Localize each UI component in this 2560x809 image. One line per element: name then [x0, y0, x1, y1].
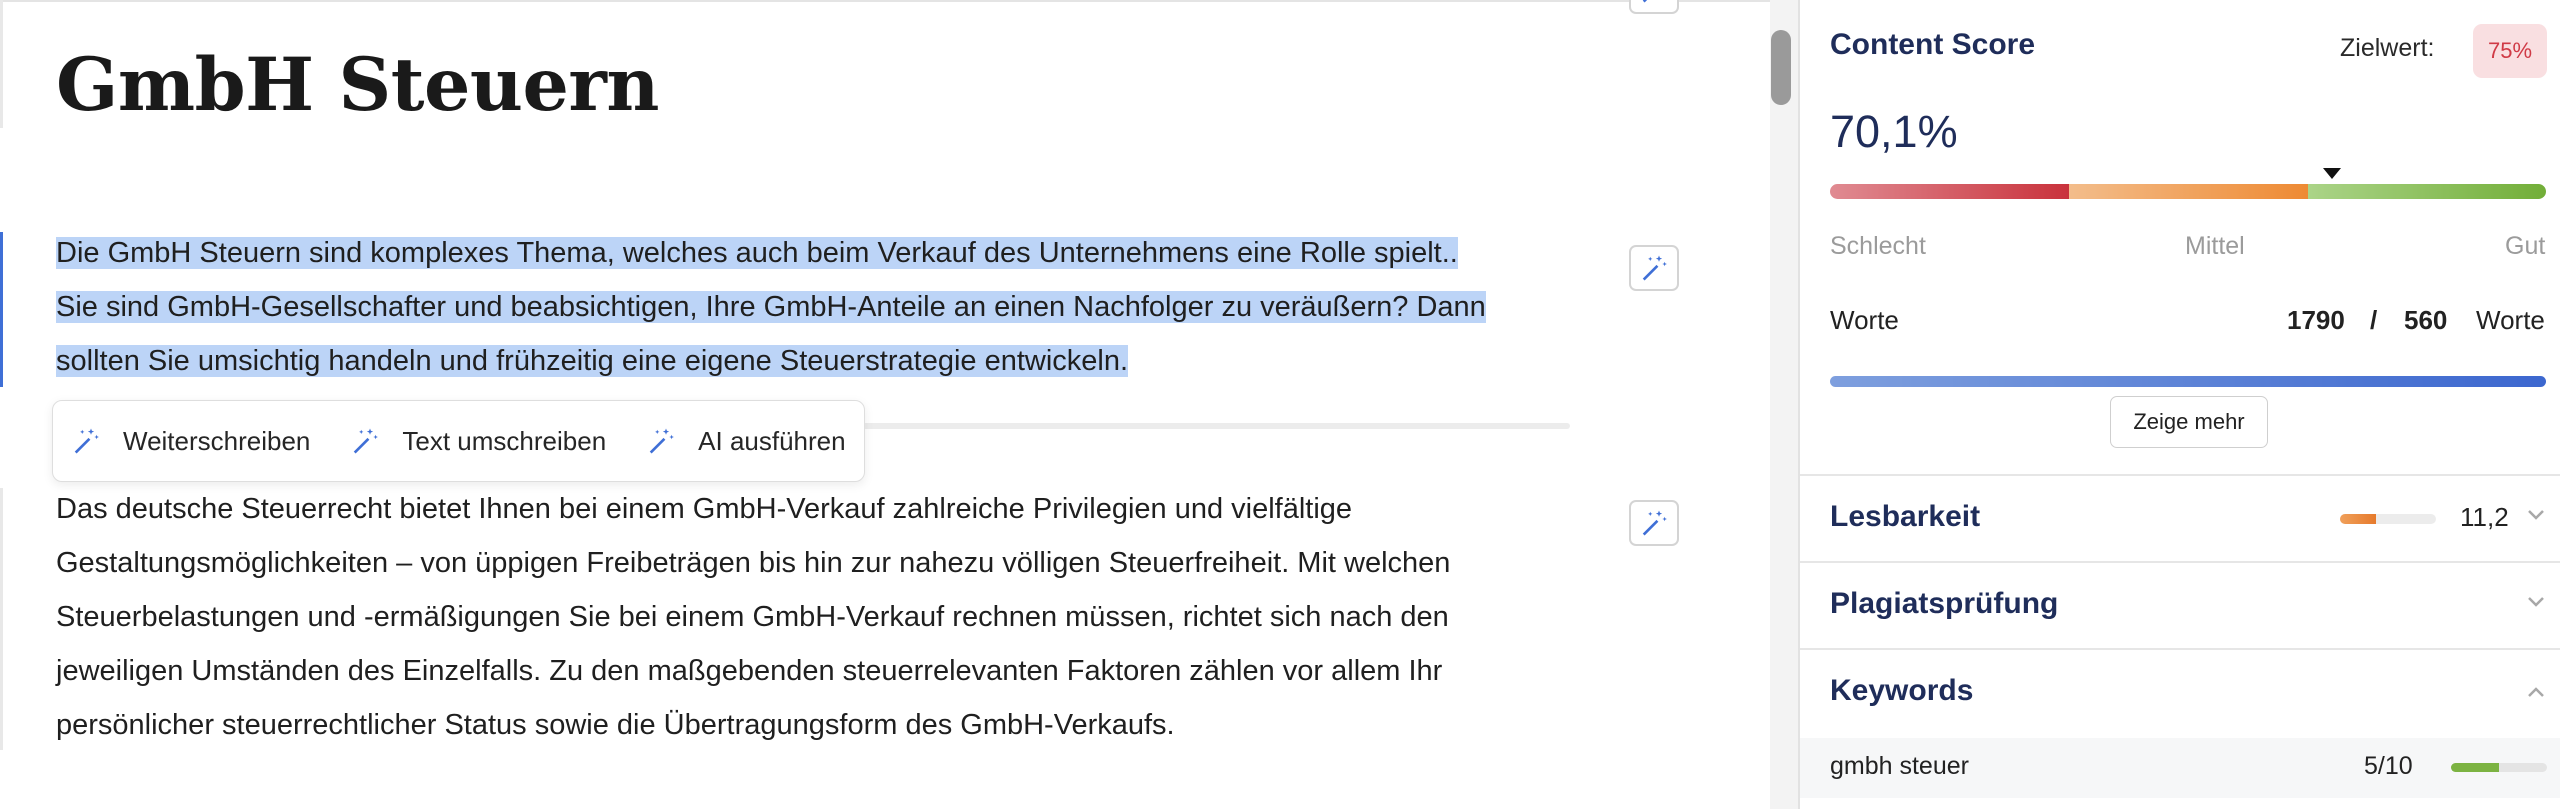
keyword-name: gmbh steuer	[1830, 752, 1969, 780]
scrollbar-thumb[interactable]	[1771, 30, 1791, 105]
chevron-down-icon[interactable]	[2526, 595, 2546, 609]
words-target: 560	[2404, 305, 2448, 335]
paragraph-line[interactable]: persönlicher steuerrechtlicher Status so…	[56, 709, 1175, 741]
block-indicator-selected	[0, 232, 3, 387]
chevron-down-icon[interactable]	[2526, 508, 2546, 522]
readability-value: 11,2	[2460, 502, 2509, 532]
toolbar-label: Weiterschreiben	[123, 425, 311, 456]
score-gauge	[1830, 184, 2546, 199]
magic-wand-icon	[1642, 0, 1648, 3]
scale-label-medium: Mittel	[2185, 232, 2245, 260]
paragraph-line[interactable]: Die GmbH Steuern sind komplexes Thema, w…	[56, 237, 1458, 269]
section-divider	[1800, 474, 2560, 476]
scale-label-bad: Schlecht	[1830, 232, 1926, 260]
continue-writing-button[interactable]: Weiterschreiben	[71, 426, 310, 457]
ai-assist-button-top[interactable]	[1629, 0, 1679, 14]
words-current: 1790	[2287, 305, 2345, 335]
chevron-up-icon[interactable]	[2526, 685, 2546, 699]
paragraph-line[interactable]: Gestaltungsmöglichkeiten – von üppigen F…	[56, 547, 1450, 579]
gauge-segment-bad	[1830, 184, 2070, 199]
readability-bar-fill	[2340, 514, 2377, 524]
ai-assist-button-paragraph-2[interactable]	[1629, 500, 1679, 546]
document-title[interactable]: GmbH Steuern	[56, 42, 659, 128]
content-score-value: 70,1%	[1830, 106, 1958, 157]
gauge-segment-medium	[2069, 184, 2308, 199]
paragraph-line[interactable]: Das deutsche Steuerrecht bietet Ihnen be…	[56, 493, 1352, 525]
paragraph-line[interactable]: jeweiligen Umständen des Einzelfalls. Zu…	[56, 655, 1442, 687]
target-label: Zielwert:	[2340, 34, 2435, 62]
ai-assist-button-paragraph-1[interactable]	[1629, 245, 1679, 291]
paragraph-line[interactable]: sollten Sie umsichtig handeln und frühze…	[56, 345, 1129, 377]
words-unit: Worte	[2476, 305, 2545, 335]
toolbar-label: Text umschreiben	[402, 425, 607, 456]
magic-wand-icon	[1642, 510, 1667, 536]
keyword-progress-fill	[2451, 763, 2499, 772]
gauge-segment-good	[2307, 184, 2546, 199]
keyword-count: 5/10	[2364, 752, 2413, 780]
keyword-progress-bar	[2451, 763, 2547, 772]
block-indicator-paragraph-2	[0, 488, 3, 750]
paragraph-selected[interactable]: Die GmbH Steuern sind komplexes Thema, w…	[56, 226, 1586, 388]
editor-pane[interactable]: GmbH Steuern Die GmbH Steuern sind kompl…	[0, 0, 1770, 809]
editor-scrollbar[interactable]	[1770, 0, 1798, 809]
scale-label-good: Gut	[2505, 232, 2546, 260]
words-separator: /	[2370, 305, 2378, 335]
words-label: Worte	[1830, 305, 1899, 335]
target-badge: 75%	[2473, 24, 2547, 78]
paragraph-line[interactable]: Steuerbelastungen und -ermäßigungen Sie …	[56, 601, 1449, 633]
toolbar-label: AI ausführen	[698, 425, 846, 456]
block-indicator-title	[0, 0, 3, 128]
keywords-heading[interactable]: Keywords	[1830, 674, 1973, 708]
section-divider	[1800, 648, 2560, 650]
editor-top-border	[0, 0, 1770, 2]
content-score-heading: Content Score	[1830, 28, 2036, 61]
magic-wand-icon	[1642, 255, 1667, 281]
readability-heading[interactable]: Lesbarkeit	[1830, 500, 1980, 534]
words-progress-bar	[1830, 376, 2546, 387]
magic-wand-icon	[354, 428, 379, 454]
magic-wand-icon	[649, 428, 675, 454]
ai-floating-toolbar: Weiterschreiben Text umschreiben AI ausf…	[52, 400, 865, 482]
run-ai-button[interactable]: AI ausführen	[646, 425, 846, 457]
readability-bar	[2340, 514, 2436, 524]
paragraph-2[interactable]: Das deutsche Steuerrecht bietet Ihnen be…	[56, 482, 1586, 752]
show-more-button[interactable]: Zeige mehr	[2110, 396, 2268, 448]
rewrite-text-button[interactable]: Text umschreiben	[350, 426, 606, 457]
magic-wand-icon	[74, 428, 99, 454]
plagiarism-heading[interactable]: Plagiatsprüfung	[1830, 587, 2058, 621]
score-marker-icon	[2322, 168, 2341, 179]
section-divider	[1800, 561, 2560, 563]
paragraph-line[interactable]: Sie sind GmbH-Gesellschafter und beabsic…	[56, 291, 1486, 323]
seo-sidebar: Content Score Zielwert: 75% 70,1% Schlec…	[1798, 0, 2560, 809]
